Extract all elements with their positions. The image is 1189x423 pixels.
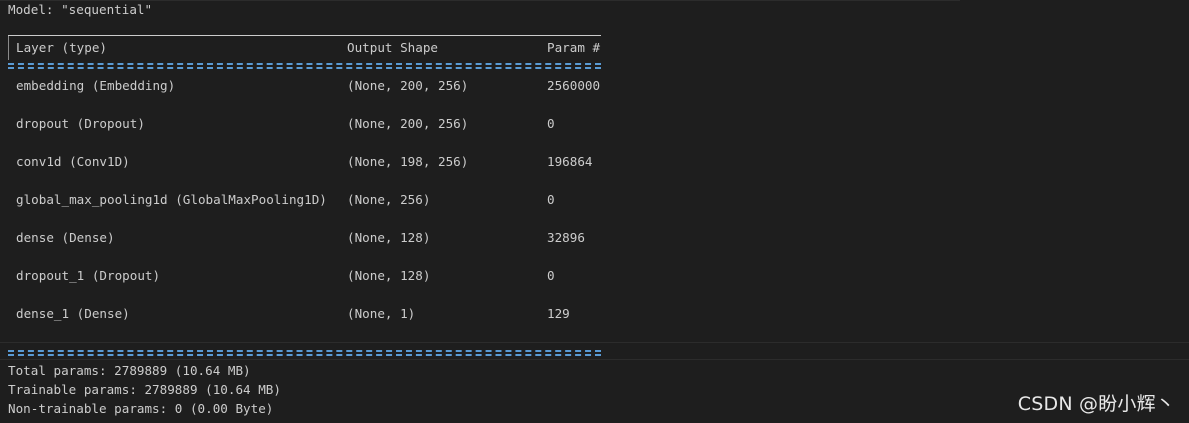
row-param: 2560000: [547, 78, 601, 93]
row-output-shape: (None, 256): [347, 192, 431, 207]
row-param: 32896: [547, 230, 585, 245]
row-param: 0: [547, 268, 555, 283]
output-cell-separator: [0, 342, 1189, 343]
table-top-rule: [8, 35, 601, 36]
top-separator: [0, 0, 960, 1]
row-param: 0: [547, 192, 555, 207]
row-layer: embedding (Embedding): [16, 78, 176, 93]
row-output-shape: (None, 128): [347, 268, 431, 283]
header-layer-type: Layer (type): [16, 40, 107, 55]
total-params: Total params: 2789889 (10.64 MB): [8, 363, 251, 378]
row-output-shape: (None, 200, 256): [347, 78, 469, 93]
row-output-shape: (None, 1): [347, 306, 416, 321]
row-layer: dense_1 (Dense): [16, 306, 130, 321]
row-output-shape: (None, 200, 256): [347, 116, 469, 131]
row-layer: conv1d (Conv1D): [16, 154, 130, 169]
row-layer: dropout_1 (Dropout): [16, 268, 161, 283]
row-layer: dropout (Dropout): [16, 116, 145, 131]
model-name-line: Model: "sequential": [8, 2, 153, 17]
header-output-shape: Output Shape: [347, 40, 438, 55]
row-output-shape: (None, 128): [347, 230, 431, 245]
row-param: 196864: [547, 154, 593, 169]
non-trainable-params: Non-trainable params: 0 (0.00 Byte): [8, 401, 274, 416]
row-layer: dense (Dense): [16, 230, 115, 245]
footer-double-rule: [8, 350, 601, 356]
row-output-shape: (None, 198, 256): [347, 154, 469, 169]
output-cell-separator: [0, 359, 1189, 360]
trainable-params: Trainable params: 2789889 (10.64 MB): [8, 382, 281, 397]
row-param: 0: [547, 116, 555, 131]
header-param-count: Param #: [547, 40, 601, 55]
csdn-watermark: CSDN @盼小辉丶: [1017, 393, 1175, 415]
table-left-bar: [8, 36, 9, 60]
row-layer: global_max_pooling1d (GlobalMaxPooling1D…: [16, 192, 327, 207]
header-double-rule: [8, 63, 601, 69]
row-param: 129: [547, 306, 570, 321]
